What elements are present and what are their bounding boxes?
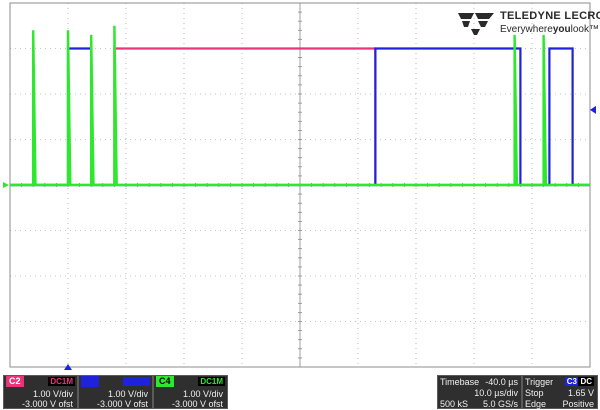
channel-vdiv: 1.00 V/div (32, 389, 73, 399)
channel-name: C2 (6, 376, 24, 387)
brand-tagline: Everywhereyoulook™ (500, 24, 599, 35)
timebase-descriptor[interactable]: Timebase -40.0 µs 10.0 µs/div 500 kS 5.0… (437, 375, 522, 409)
waveform-display[interactable] (0, 0, 600, 370)
timebase-delay: -40.0 µs (485, 377, 518, 387)
timebase-rate: 5.0 GS/s (482, 399, 518, 409)
trigger-level: 1.65 V (567, 388, 594, 398)
channel-vdiv: 1.00 V/div (182, 389, 223, 399)
channel-c3-descriptor[interactable]: C3 DC1M 1.00 V/div -3.000 V ofst (78, 375, 153, 409)
ground-marker-icon (3, 182, 9, 188)
channel-offset: -3.000 V ofst (21, 399, 73, 409)
timebase-label: Timebase (440, 377, 480, 387)
channel-coupling: DC1M (123, 377, 150, 386)
brand-name: TELEDYNE LECROY (500, 10, 600, 22)
channel-vdiv: 1.00 V/div (107, 389, 148, 399)
channel-header: C3 DC1M (79, 376, 152, 387)
timebase-tdiv: 10.0 µs/div (474, 388, 518, 398)
channel-coupling: DC1M (198, 377, 225, 386)
scope-screen: TELEDYNE LECROY Everywhereyoulook™ C2 DC… (0, 0, 600, 410)
trigger-label: Trigger (525, 377, 554, 387)
channel-offset: -3.000 V ofst (96, 399, 148, 409)
trigger-level-marker-icon (590, 105, 596, 114)
trigger-type: Edge (525, 399, 547, 409)
channel-header: C4 DC1M (154, 376, 227, 387)
channel-header: C2 DC1M (4, 376, 77, 387)
trigger-channel: C3 (564, 377, 579, 386)
channel-name: C4 (156, 376, 174, 387)
teledyne-lecroy-logo: TELEDYNE LECROY Everywhereyoulook™ (454, 8, 600, 38)
logo-mark-icon (458, 13, 494, 35)
trigger-mode: Stop (525, 388, 544, 398)
channel-offset: -3.000 V ofst (171, 399, 223, 409)
trigger-coupling: DC (578, 377, 594, 386)
channel-name: C3 (81, 376, 99, 387)
channel-c2-descriptor[interactable]: C2 DC1M 1.00 V/div -3.000 V ofst (3, 375, 78, 409)
trigger-descriptor[interactable]: Trigger C3 DC Stop 1.65 V Edge Positive (522, 375, 598, 409)
channel-coupling: DC1M (48, 377, 75, 386)
bottom-status-bar: C2 DC1M 1.00 V/div -3.000 V ofst C3 DC1M… (0, 373, 600, 410)
timebase-samples: 500 kS (440, 399, 469, 409)
trigger-slope: Positive (562, 399, 594, 409)
channel-c4-descriptor[interactable]: C4 DC1M 1.00 V/div -3.000 V ofst (153, 375, 228, 409)
